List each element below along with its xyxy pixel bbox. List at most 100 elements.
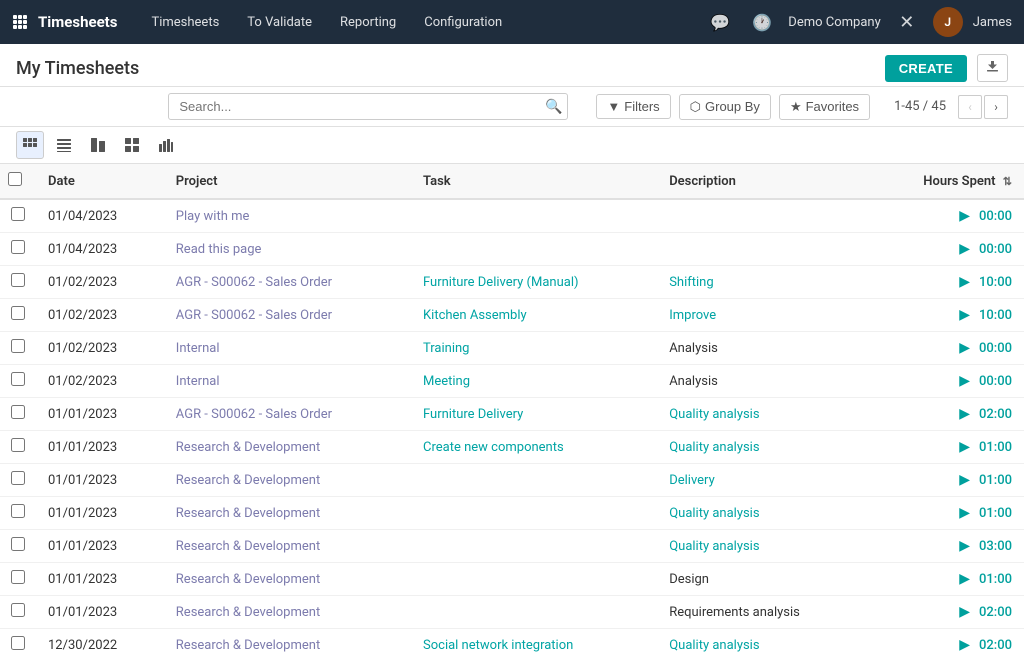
play-timer-icon[interactable]: ▶ [959,439,970,455]
project-link[interactable]: Research & Development [176,506,320,521]
project-link[interactable]: Research & Development [176,572,320,587]
sort-icon[interactable]: ⇅ [1003,175,1012,188]
description-link[interactable]: Quality analysis [669,638,759,653]
download-button[interactable] [977,54,1008,82]
hours-cell: ▶ 00:00 [869,332,1024,365]
activity-view-button[interactable] [84,131,112,159]
project-link[interactable]: Research & Development [176,605,320,620]
nav-to-validate[interactable]: To Validate [233,0,326,44]
project-link[interactable]: AGR - S00062 - Sales Order [176,407,332,422]
description-cell: Quality analysis [657,431,869,464]
date-cell: 01/01/2023 [36,497,164,530]
description-link[interactable]: Quality analysis [669,539,759,554]
play-timer-icon[interactable]: ▶ [959,637,970,653]
select-all-checkbox-header[interactable] [0,164,36,199]
play-timer-icon[interactable]: ▶ [959,472,970,488]
project-link[interactable]: Internal [176,374,220,389]
row-checkbox[interactable] [11,240,25,254]
table-row: 01/02/2023AGR - S00062 - Sales OrderKitc… [0,299,1024,332]
grid-view-button[interactable] [118,131,146,159]
date-cell: 01/02/2023 [36,266,164,299]
task-link[interactable]: Furniture Delivery (Manual) [423,275,579,290]
play-timer-icon[interactable]: ▶ [959,241,970,257]
nav-timesheets[interactable]: Timesheets [137,0,233,44]
select-all-checkbox[interactable] [8,172,22,186]
grid-menu-icon[interactable] [12,14,28,30]
row-checkbox[interactable] [11,636,25,650]
play-timer-icon[interactable]: ▶ [959,505,970,521]
row-checkbox[interactable] [11,405,25,419]
play-timer-icon[interactable]: ▶ [959,406,970,422]
chart-view-button[interactable] [152,131,180,159]
nav-configuration[interactable]: Configuration [410,0,516,44]
row-checkbox[interactable] [11,372,25,386]
user-name[interactable]: James [973,15,1012,30]
hours-cell: ▶ 01:00 [869,563,1024,596]
play-timer-icon[interactable]: ▶ [959,340,970,356]
play-timer-icon[interactable]: ▶ [959,538,970,554]
play-timer-icon[interactable]: ▶ [959,571,970,587]
task-link[interactable]: Meeting [423,374,470,389]
project-link[interactable]: AGR - S00062 - Sales Order [176,275,332,290]
nav-menu: Timesheets To Validate Reporting Configu… [137,0,704,44]
task-link[interactable]: Furniture Delivery [423,407,523,422]
row-checkbox[interactable] [11,306,25,320]
search-input[interactable] [168,93,568,120]
chat-icon[interactable]: 💬 [704,6,736,38]
favorites-button[interactable]: ★ Favorites [779,94,870,120]
project-link[interactable]: Research & Development [176,539,320,554]
description-cell: Design [657,563,869,596]
project-cell: Research & Development [164,497,411,530]
play-timer-icon[interactable]: ▶ [959,373,970,389]
project-link[interactable]: Play with me [176,209,250,224]
row-checkbox[interactable] [11,471,25,485]
nav-reporting[interactable]: Reporting [326,0,410,44]
project-link[interactable]: Research & Development [176,638,320,653]
project-link[interactable]: Internal [176,341,220,356]
row-checkbox[interactable] [11,504,25,518]
clock-icon[interactable]: 🕐 [746,6,778,38]
project-cell: AGR - S00062 - Sales Order [164,266,411,299]
favorites-label: Favorites [806,99,859,114]
kanban-view-button[interactable] [16,131,44,159]
prev-page-button[interactable]: ‹ [958,95,982,119]
description-link[interactable]: Delivery [669,473,715,488]
project-link[interactable]: Research & Development [176,473,320,488]
date-cell: 01/01/2023 [36,563,164,596]
row-checkbox-cell [0,332,36,365]
row-checkbox[interactable] [11,339,25,353]
task-link[interactable]: Social network integration [423,638,573,653]
play-timer-icon[interactable]: ▶ [959,604,970,620]
search-icon[interactable]: 🔍 [545,99,562,115]
description-link[interactable]: Quality analysis [669,440,759,455]
project-link[interactable]: Research & Development [176,440,320,455]
row-checkbox[interactable] [11,570,25,584]
row-checkbox[interactable] [11,207,25,221]
project-link[interactable]: Read this page [176,242,262,257]
next-page-button[interactable]: › [984,95,1008,119]
row-checkbox[interactable] [11,438,25,452]
description-link[interactable]: Improve [669,308,716,323]
description-cell: Delivery [657,464,869,497]
groupby-button[interactable]: ⬡ Group By [679,94,771,120]
task-link[interactable]: Kitchen Assembly [423,308,527,323]
company-name[interactable]: Demo Company [788,15,880,30]
description-link[interactable]: Shifting [669,275,713,290]
play-timer-icon[interactable]: ▶ [959,307,970,323]
play-timer-icon[interactable]: ▶ [959,274,970,290]
project-link[interactable]: AGR - S00062 - Sales Order [176,308,332,323]
play-timer-icon[interactable]: ▶ [959,208,970,224]
task-link[interactable]: Create new components [423,440,564,455]
description-link[interactable]: Quality analysis [669,506,759,521]
list-view-button[interactable] [50,131,78,159]
nav-right: 💬 🕐 Demo Company ✕ J James [704,6,1012,38]
create-button[interactable]: CREATE [885,55,967,82]
row-checkbox[interactable] [11,603,25,617]
user-avatar[interactable]: J [933,7,963,37]
filters-button[interactable]: ▼ Filters [596,94,670,119]
description-link[interactable]: Quality analysis [669,407,759,422]
row-checkbox[interactable] [11,273,25,287]
row-checkbox[interactable] [11,537,25,551]
task-link[interactable]: Training [423,341,469,356]
settings-icon[interactable]: ✕ [891,6,923,38]
